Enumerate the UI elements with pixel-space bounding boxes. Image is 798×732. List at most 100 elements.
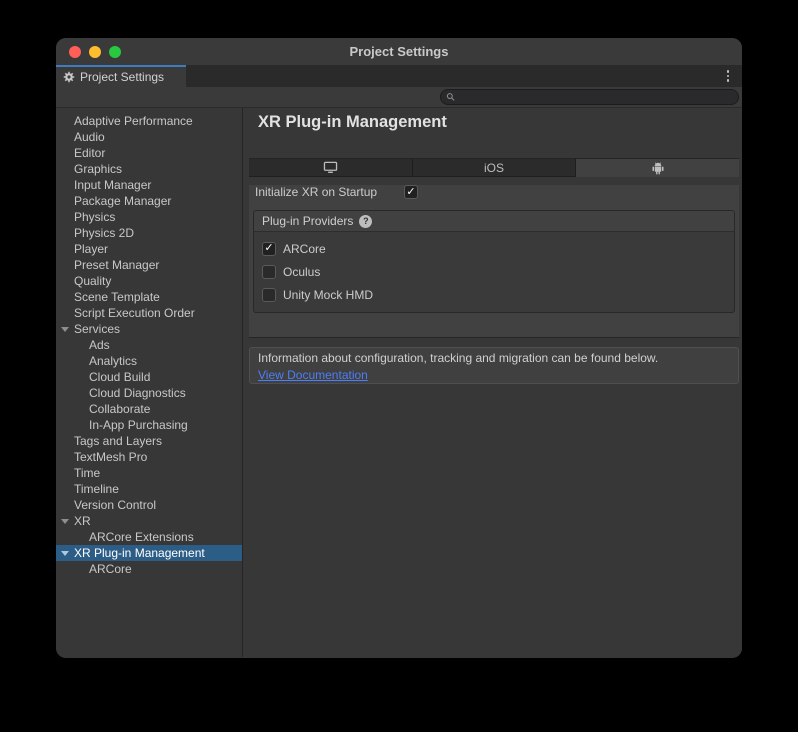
- sidebar-item-audio[interactable]: Audio: [56, 129, 242, 145]
- project-settings-window: Project Settings Project Settings: [56, 38, 742, 658]
- sidebar-item-timeline[interactable]: Timeline: [56, 481, 242, 497]
- tab-platform-ios-label: iOS: [484, 161, 504, 175]
- sidebar-item-editor[interactable]: Editor: [56, 145, 242, 161]
- sidebar-item-label: Ads: [89, 338, 110, 352]
- tab-platform-ios[interactable]: iOS: [412, 159, 576, 177]
- sidebar-item-services[interactable]: Services: [56, 321, 242, 337]
- title-bar[interactable]: Project Settings: [56, 38, 742, 65]
- provider-checkbox-unity-mock-hmd[interactable]: [262, 288, 276, 302]
- initialize-xr-checkbox[interactable]: ✓: [404, 185, 418, 199]
- android-tab-content: Initialize XR on Startup ✓ Plug-in Provi…: [249, 185, 739, 338]
- sidebar-item-textmesh-pro[interactable]: TextMesh Pro: [56, 449, 242, 465]
- info-box: Information about configuration, trackin…: [249, 347, 739, 384]
- initialize-xr-label: Initialize XR on Startup: [255, 185, 404, 199]
- tab-project-settings[interactable]: Project Settings: [56, 65, 186, 87]
- sidebar-item-scene-template[interactable]: Scene Template: [56, 289, 242, 305]
- sidebar-item-label: Input Manager: [74, 178, 151, 192]
- provider-label: ARCore: [283, 242, 326, 256]
- window-title: Project Settings: [350, 44, 449, 59]
- foldout-triangle-icon[interactable]: [61, 327, 69, 332]
- sidebar-item-cloud-build[interactable]: Cloud Build: [56, 369, 242, 385]
- initialize-xr-row: Initialize XR on Startup ✓: [255, 185, 739, 199]
- sidebar-item-input-manager[interactable]: Input Manager: [56, 177, 242, 193]
- sidebar-item-script-execution-order[interactable]: Script Execution Order: [56, 305, 242, 321]
- provider-row-oculus: Oculus: [262, 260, 734, 283]
- sidebar-item-preset-manager[interactable]: Preset Manager: [56, 257, 242, 273]
- sidebar-item-cloud-diagnostics[interactable]: Cloud Diagnostics: [56, 385, 242, 401]
- sidebar-item-xr[interactable]: XR: [56, 513, 242, 529]
- sidebar-item-physics[interactable]: Physics: [56, 209, 242, 225]
- sidebar-item-label: XR: [74, 514, 91, 528]
- search-icon: [446, 92, 456, 102]
- sidebar-item-adaptive-performance[interactable]: Adaptive Performance: [56, 113, 242, 129]
- tab-platform-android[interactable]: [575, 159, 739, 177]
- sidebar-item-label: In-App Purchasing: [89, 418, 188, 432]
- sidebar-item-label: Analytics: [89, 354, 137, 368]
- sidebar-item-label: Timeline: [74, 482, 119, 496]
- sidebar-item-label: Services: [74, 322, 120, 336]
- sidebar-item-time[interactable]: Time: [56, 465, 242, 481]
- gear-icon: [63, 71, 75, 83]
- foldout-triangle-icon[interactable]: [61, 519, 69, 524]
- search-box[interactable]: [440, 89, 739, 105]
- sidebar-item-package-manager[interactable]: Package Manager: [56, 193, 242, 209]
- sidebar-item-label: Player: [74, 242, 108, 256]
- sidebar-item-in-app-purchasing[interactable]: In-App Purchasing: [56, 417, 242, 433]
- content-area: Adaptive Performance Audio Editor Graphics I…: [56, 108, 742, 657]
- sidebar-item-label: Adaptive Performance: [74, 114, 193, 128]
- sidebar-item-label: Version Control: [74, 498, 156, 512]
- sidebar-item-graphics[interactable]: Graphics: [56, 161, 242, 177]
- help-icon[interactable]: ?: [359, 215, 372, 228]
- plugin-providers-label: Plug-in Providers: [262, 214, 353, 228]
- sidebar-item-label: TextMesh Pro: [74, 450, 147, 464]
- sidebar-item-label: Quality: [74, 274, 111, 288]
- close-window-button[interactable]: [69, 46, 81, 58]
- sidebar-item-label: Package Manager: [74, 194, 171, 208]
- sidebar-item-label: Cloud Diagnostics: [89, 386, 186, 400]
- provider-checkbox-arcore[interactable]: ✓: [262, 242, 276, 256]
- sidebar-item-label: Graphics: [74, 162, 122, 176]
- sidebar-item-quality[interactable]: Quality: [56, 273, 242, 289]
- plugin-providers-list: ✓ ARCore OculusUnity Mock HMD: [254, 232, 734, 312]
- sidebar-item-analytics[interactable]: Analytics: [56, 353, 242, 369]
- sidebar-list: Adaptive Performance Audio Editor Graphics I…: [56, 113, 242, 577]
- sidebar-item-label: Preset Manager: [74, 258, 159, 272]
- tab-strip: Project Settings: [56, 65, 742, 87]
- sidebar-item-label: Editor: [74, 146, 105, 160]
- search-input[interactable]: [460, 91, 738, 103]
- sidebar-item-collaborate[interactable]: Collaborate: [56, 401, 242, 417]
- sidebar-item-label: Scene Template: [74, 290, 160, 304]
- info-text: Information about configuration, trackin…: [258, 351, 730, 366]
- sidebar-item-tags-and-layers[interactable]: Tags and Layers: [56, 433, 242, 449]
- sidebar-item-player[interactable]: Player: [56, 241, 242, 257]
- sidebar-item-xr-plug-in-management[interactable]: XR Plug-in Management: [56, 545, 242, 561]
- settings-sidebar: Adaptive Performance Audio Editor Graphics I…: [56, 108, 243, 657]
- foldout-triangle-icon[interactable]: [61, 551, 69, 556]
- platform-section: iOS Initi: [249, 158, 739, 338]
- sidebar-item-label: ARCore Extensions: [89, 530, 194, 544]
- sidebar-item-label: XR Plug-in Management: [74, 546, 205, 560]
- sidebar-item-ads[interactable]: Ads: [56, 337, 242, 353]
- sidebar-item-label: Audio: [74, 130, 105, 144]
- provider-row-unity-mock-hmd: Unity Mock HMD: [262, 283, 734, 306]
- sidebar-item-arcore[interactable]: ARCore: [56, 561, 242, 577]
- kebab-menu-icon[interactable]: [727, 70, 730, 82]
- plugin-providers-header: Plug-in Providers ?: [254, 211, 734, 232]
- sidebar-item-label: Cloud Build: [89, 370, 150, 384]
- traffic-lights: [69, 46, 121, 58]
- sidebar-item-arcore-extensions[interactable]: ARCore Extensions: [56, 529, 242, 545]
- sidebar-item-label: Physics 2D: [74, 226, 134, 240]
- monitor-icon: [323, 161, 338, 174]
- view-documentation-link[interactable]: View Documentation: [258, 367, 368, 383]
- minimize-window-button[interactable]: [89, 46, 101, 58]
- provider-checkbox-oculus[interactable]: [262, 265, 276, 279]
- sidebar-item-label: Tags and Layers: [74, 434, 162, 448]
- zoom-window-button[interactable]: [109, 46, 121, 58]
- sidebar-item-label: Script Execution Order: [74, 306, 195, 320]
- tab-platform-desktop[interactable]: [249, 159, 412, 177]
- toolbar: [56, 87, 742, 108]
- sidebar-item-version-control[interactable]: Version Control: [56, 497, 242, 513]
- tab-project-settings-label: Project Settings: [80, 70, 164, 84]
- sidebar-item-physics-2d[interactable]: Physics 2D: [56, 225, 242, 241]
- plugin-providers-box: Plug-in Providers ? ✓ ARCore OculusUnity M…: [253, 210, 735, 313]
